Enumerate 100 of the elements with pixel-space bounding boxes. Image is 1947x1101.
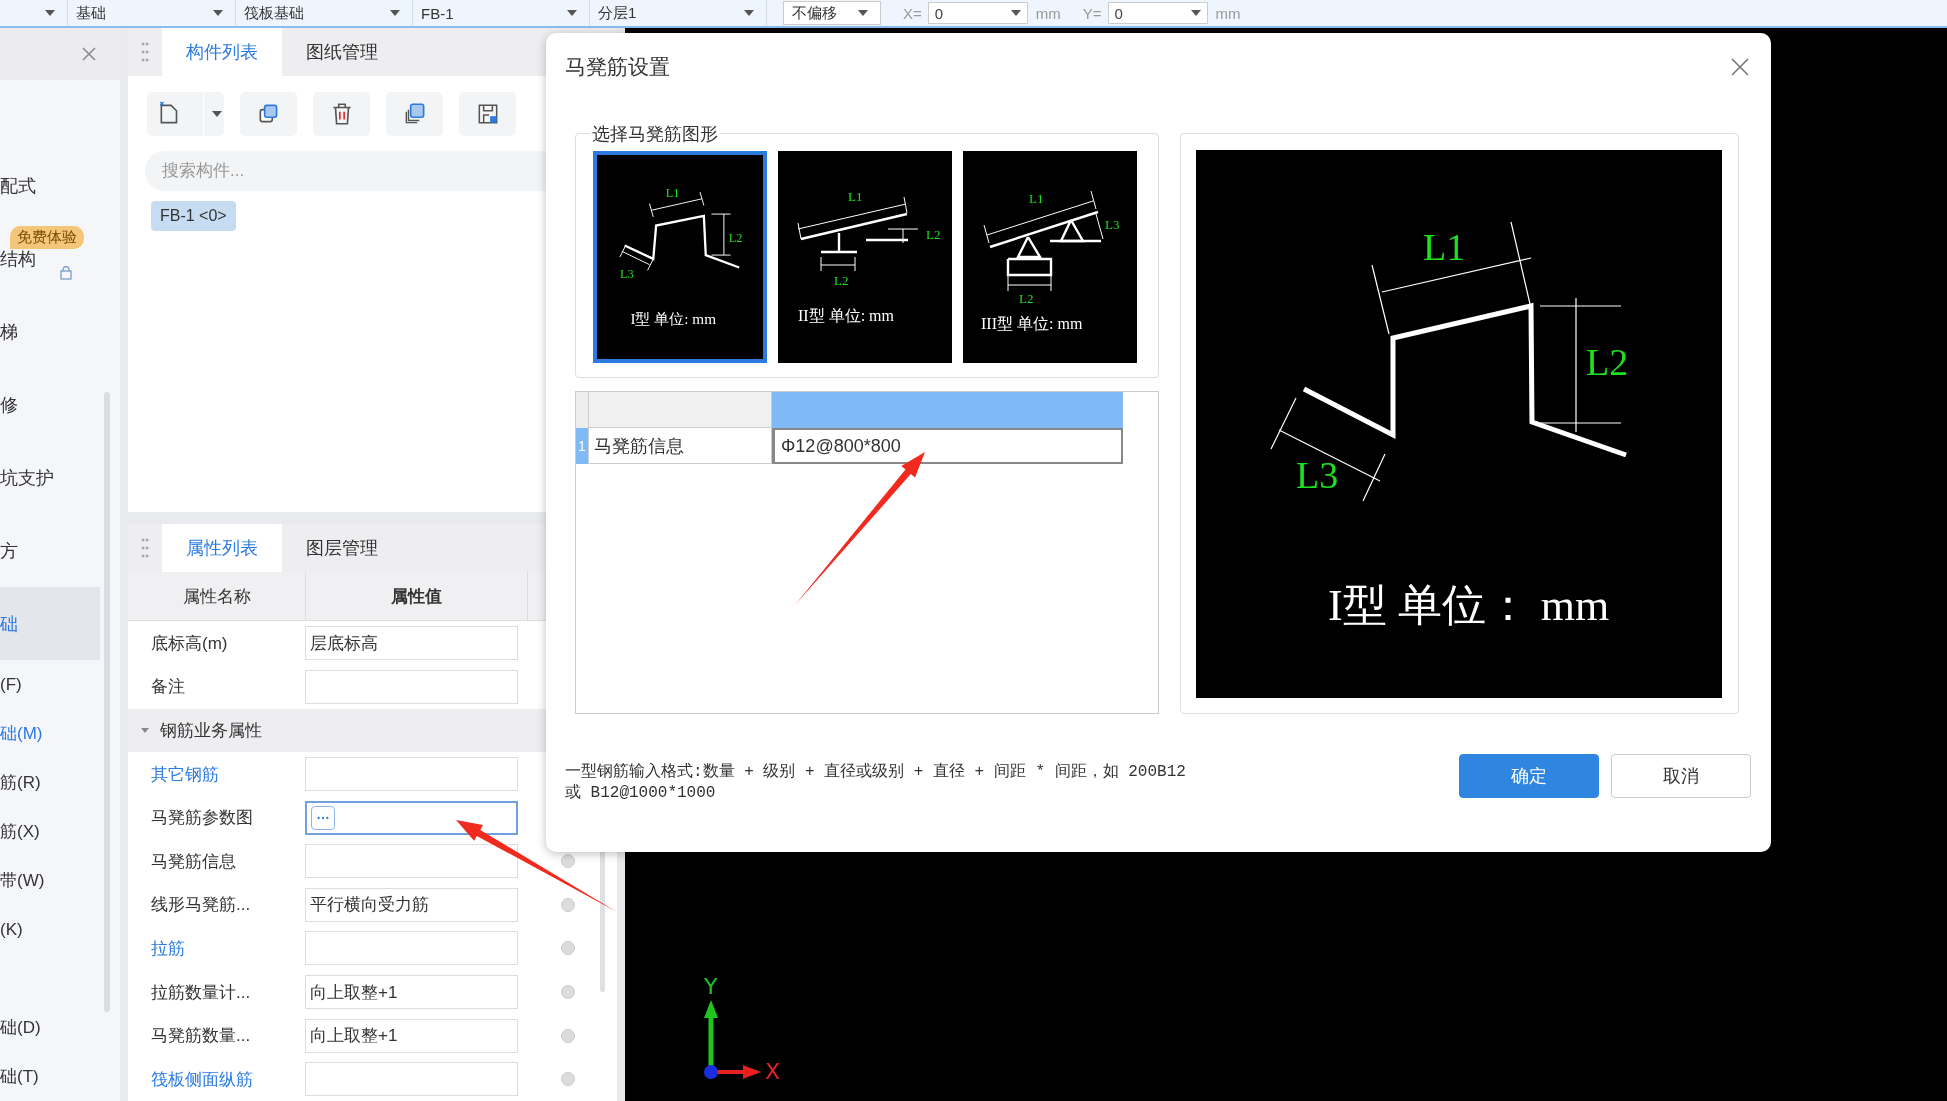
coordinate-field[interactable]: 0 [927, 2, 1028, 24]
property-link[interactable]: 筏板侧面纵筋 [128, 1067, 305, 1091]
axis-label: X [765, 1059, 781, 1084]
property-name: 拉筋数量计... [150, 981, 252, 1004]
caret-icon [1010, 10, 1021, 16]
property-name: 马凳筋信息 [150, 850, 237, 873]
shape-caption: I型 单位: mm [630, 309, 717, 327]
property-field[interactable] [305, 800, 518, 835]
dimension-label: L2 [834, 273, 849, 288]
coordinate-label: X= [903, 4, 922, 22]
checkbox[interactable] [561, 854, 575, 869]
group-title: 选择马凳筋图形 [590, 122, 720, 146]
property-name: 马凳筋参数图 [150, 807, 254, 830]
shape-option[interactable]: L1 L2 L3 I型 单位: mm [593, 151, 767, 363]
property-field[interactable]: 向上取整+1 [305, 975, 518, 1009]
tab[interactable]: 图层管理 [282, 524, 402, 573]
dimension-label: L3 [619, 267, 634, 281]
dimension-label: L2 [926, 227, 941, 242]
trial-badge[interactable]: 免费体验 [10, 226, 84, 249]
table-cell: 马凳筋信息 [589, 428, 772, 464]
property-field[interactable]: 平行横向受力筋 [305, 887, 518, 922]
table-cell[interactable]: Φ12@800*800 [772, 428, 1123, 464]
checkbox[interactable] [561, 1072, 575, 1087]
dimension-label: L1 [1423, 226, 1466, 268]
checkbox[interactable] [561, 941, 575, 956]
drag-handle-icon[interactable] [141, 538, 149, 559]
sidebar-item[interactable]: 筋(X) [0, 820, 40, 843]
ok-button[interactable]: 确定 [1459, 754, 1599, 798]
coordinate-label: Y= [1082, 4, 1102, 22]
property-name: 马凳筋数量... [150, 1025, 252, 1048]
checkbox[interactable] [561, 1028, 575, 1043]
tab[interactable]: 图纸管理 [282, 28, 402, 76]
dimension-label: L2 [1019, 291, 1034, 306]
caret-icon [1190, 10, 1201, 16]
checkbox[interactable] [561, 985, 575, 999]
property-link[interactable]: 拉筋 [128, 936, 305, 960]
sidebar-item[interactable]: 础(M) [0, 722, 43, 745]
toolbar-button[interactable] [240, 92, 297, 136]
shape-option[interactable]: L1 L2 L2 II型 单位: mm [778, 151, 952, 363]
sidebar-item[interactable]: 带(W) [0, 869, 45, 892]
more-icon[interactable] [311, 805, 335, 830]
caret-icon [212, 111, 222, 117]
toolbar-button[interactable] [459, 92, 516, 136]
scrollbar[interactable] [104, 392, 110, 1012]
sidebar-item[interactable]: 配式 [0, 173, 36, 198]
group-label: 钢筋业务属性 [160, 719, 262, 742]
property-link[interactable]: 其它钢筋 [128, 762, 305, 786]
coordinate-field[interactable]: 0 [1107, 2, 1208, 24]
component-item[interactable]: FB-1 <0> [151, 201, 236, 231]
dropdown[interactable]: 不偏移 [783, 1, 881, 25]
dropdown[interactable]: 筏板基础 [236, 0, 413, 26]
caret-icon [213, 10, 223, 16]
dialog-title: 马凳筋设置 [565, 54, 670, 80]
lock-icon [60, 266, 72, 280]
property-name: 线形马凳筋... [150, 894, 252, 917]
column-header: 属性名称 [128, 572, 306, 621]
toolbar-button[interactable] [147, 92, 224, 136]
origin-marker [704, 1065, 718, 1079]
column-header: 属性值 [306, 572, 528, 621]
dropdown[interactable]: 分层1 [590, 0, 767, 26]
unit-label: mm [1035, 4, 1061, 22]
sidebar-item[interactable]: 结构 [0, 246, 36, 271]
sidebar-item[interactable]: 梯 [0, 319, 18, 344]
checkbox[interactable] [561, 897, 575, 912]
sidebar-item[interactable]: 方 [0, 538, 18, 563]
sidebar-item[interactable]: (F) [0, 674, 22, 695]
dropdown[interactable]: FB-1 [413, 0, 590, 26]
property-field[interactable]: 向上取整+1 [305, 1018, 518, 1053]
toolbar-button[interactable] [313, 92, 370, 136]
dimension-label: L2 [728, 230, 743, 245]
close-icon[interactable] [82, 47, 96, 61]
sidebar-item[interactable]: 础(D) [0, 1016, 41, 1039]
sidebar-item[interactable]: 筋(R) [0, 771, 41, 794]
toolbar-button[interactable] [386, 92, 443, 136]
cancel-button[interactable]: 取消 [1611, 754, 1751, 798]
property-name: 底标高(m) [150, 632, 229, 655]
caret-icon [858, 10, 868, 16]
shape-caption: III型 单位: mm [981, 315, 1083, 332]
tab[interactable]: 构件列表 [162, 28, 282, 76]
property-name: 备注 [150, 676, 186, 699]
sidebar-item[interactable]: 础 [0, 587, 100, 660]
dropdown[interactable]: 基础 [68, 0, 236, 26]
sidebar-item[interactable]: 础(T) [0, 1065, 39, 1088]
dimension-label: L3 [1105, 217, 1120, 232]
shape-option[interactable]: L1 L2 L3 III型 单位: mm [963, 151, 1137, 363]
caret-icon [567, 10, 577, 16]
format-hint: 一型钢筋输入格式:数量 + 级别 + 直径或级别 + 直径 + 间距 * 间距，如 200B12 或 B12@1000*1000 [565, 762, 1186, 804]
shape-caption: I型 单位： mm [1328, 581, 1610, 630]
sidebar-item[interactable]: (K) [0, 919, 23, 940]
property-field[interactable]: 层底标高 [305, 626, 518, 661]
dimension-label: L1 [665, 185, 680, 200]
drag-handle-icon[interactable] [141, 42, 149, 62]
sidebar-item[interactable]: 坑支护 [0, 465, 54, 490]
tab[interactable]: 属性列表 [162, 524, 282, 573]
dimension-label: L1 [848, 189, 863, 204]
close-icon[interactable] [1731, 58, 1749, 76]
sidebar-item[interactable]: 修 [0, 392, 18, 417]
caret-icon [744, 10, 754, 16]
row-number: 1 [576, 428, 589, 464]
axis-label: Y [704, 974, 718, 999]
